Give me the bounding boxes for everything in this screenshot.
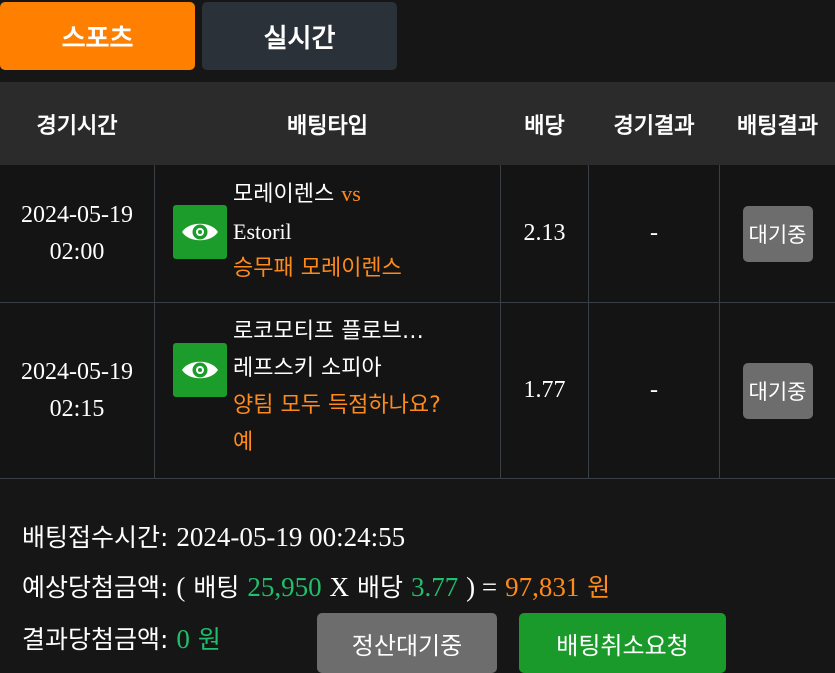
bet-market: 양팀 모두 득점하나요?: [233, 393, 441, 418]
match-clock: 02:15: [49, 395, 105, 422]
eye-icon[interactable]: [173, 205, 227, 259]
match-time: 2024-05-19 02:15: [0, 303, 154, 478]
bet-pick: 승무패 모레이렌스: [233, 256, 402, 281]
status-badge: 대기중: [742, 362, 813, 419]
col-header-time: 경기시간: [36, 113, 118, 139]
currency-unit: 원: [587, 573, 611, 602]
match-result: -: [650, 220, 658, 246]
table-header: 경기시간 배팅타입 배당 경기결과 배팅결과: [0, 82, 835, 165]
bet-result: 대기중: [720, 303, 835, 478]
currency-unit: 원: [197, 625, 221, 654]
tab-bar: 스포츠 실시간: [0, 0, 835, 82]
col-header-bet-result: 배팅결과: [737, 113, 818, 139]
team-away: Estoril: [233, 219, 292, 244]
received-time-line: 배팅접수시간: 2024-05-19 00:24:55: [22, 518, 405, 554]
total-odds: 3.77: [410, 572, 459, 602]
table-row: 2024-05-19 02:15 로코모티프 플로브… 레프스키 소피아 양팀 …: [0, 303, 835, 479]
match-teams: 모레이렌스 vs: [233, 175, 495, 213]
cancel-bet-request-button[interactable]: 배팅취소요청: [519, 613, 726, 673]
divider: [154, 165, 155, 302]
settlement-pending-button[interactable]: 정산대기중: [317, 613, 497, 673]
odds-value: 2.13: [523, 220, 566, 246]
bet-amount: 25,950: [247, 572, 322, 602]
result-payout-label: 결과당첨금액:: [22, 625, 169, 654]
received-time-label: 배팅접수시간:: [22, 523, 169, 552]
status-badge: 대기중: [742, 205, 813, 262]
result-payout-amount: 0: [176, 624, 190, 654]
open-paren: (: [176, 572, 186, 602]
team-away: 레프스키 소피아: [233, 356, 382, 381]
bet-info: 로코모티프 플로브… 레프스키 소피아 양팀 모두 득점하나요? 예: [233, 313, 495, 461]
expected-payout-line: 예상당첨금액: ( 배팅 25,950 X 배당 3.77 ) = 97,831…: [22, 568, 610, 604]
team-home: 모레이렌스: [233, 182, 335, 207]
divider: [154, 303, 155, 478]
col-header-odds: 배당: [524, 113, 565, 139]
col-header-match-result: 경기결과: [613, 113, 695, 139]
match-date: 2024-05-19: [21, 201, 133, 228]
received-time-value: 2024-05-19 00:24:55: [176, 522, 406, 552]
match-time: 2024-05-19 02:00: [0, 165, 154, 302]
bet-word: 배팅: [193, 573, 240, 602]
col-header-bet-type: 배팅타입: [287, 113, 368, 139]
close-equals: ) =: [466, 572, 498, 602]
match-clock: 02:00: [49, 238, 105, 265]
bet-info: 모레이렌스 vs Estoril 승무패 모레이렌스: [233, 175, 495, 287]
eye-icon[interactable]: [173, 343, 227, 397]
tab-live[interactable]: 실시간: [202, 2, 397, 70]
tab-sports[interactable]: 스포츠: [0, 2, 195, 70]
expected-payout-label: 예상당첨금액:: [22, 573, 169, 602]
multiply-sign: X: [329, 572, 350, 602]
bet-pick: 예: [233, 430, 254, 455]
odds-word: 배당: [356, 573, 403, 602]
result-payout-line: 결과당첨금액: 0 원: [22, 620, 221, 656]
vs-label: vs: [341, 181, 361, 206]
bet-result: 대기중: [720, 165, 835, 302]
odds-value: 1.77: [523, 377, 566, 403]
table-row: 2024-05-19 02:00 모레이렌스 vs Estoril 승무패 모레…: [0, 165, 835, 303]
match-result: -: [650, 377, 658, 403]
team-home: 로코모티프 플로브…: [233, 319, 424, 344]
expected-payout-amount: 97,831: [505, 572, 580, 602]
match-date: 2024-05-19: [21, 358, 133, 385]
